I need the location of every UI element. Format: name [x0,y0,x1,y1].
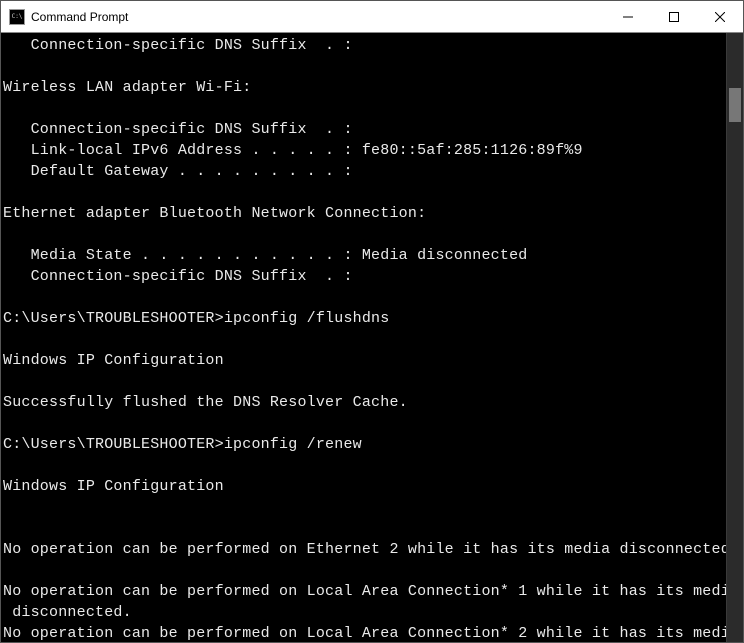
terminal-output: Connection-specific DNS Suffix . : Wirel… [1,33,743,642]
cmd-icon [9,9,25,25]
close-button[interactable] [697,1,743,32]
scroll-thumb[interactable] [729,88,741,122]
titlebar: Command Prompt [1,1,743,33]
minimize-button[interactable] [605,1,651,32]
minimize-icon [623,12,633,22]
maximize-button[interactable] [651,1,697,32]
scrollbar[interactable] [726,33,743,642]
maximize-icon [669,12,679,22]
close-icon [715,12,725,22]
window-controls [605,1,743,32]
window-title: Command Prompt [31,10,605,24]
terminal-area[interactable]: Connection-specific DNS Suffix . : Wirel… [1,33,743,642]
